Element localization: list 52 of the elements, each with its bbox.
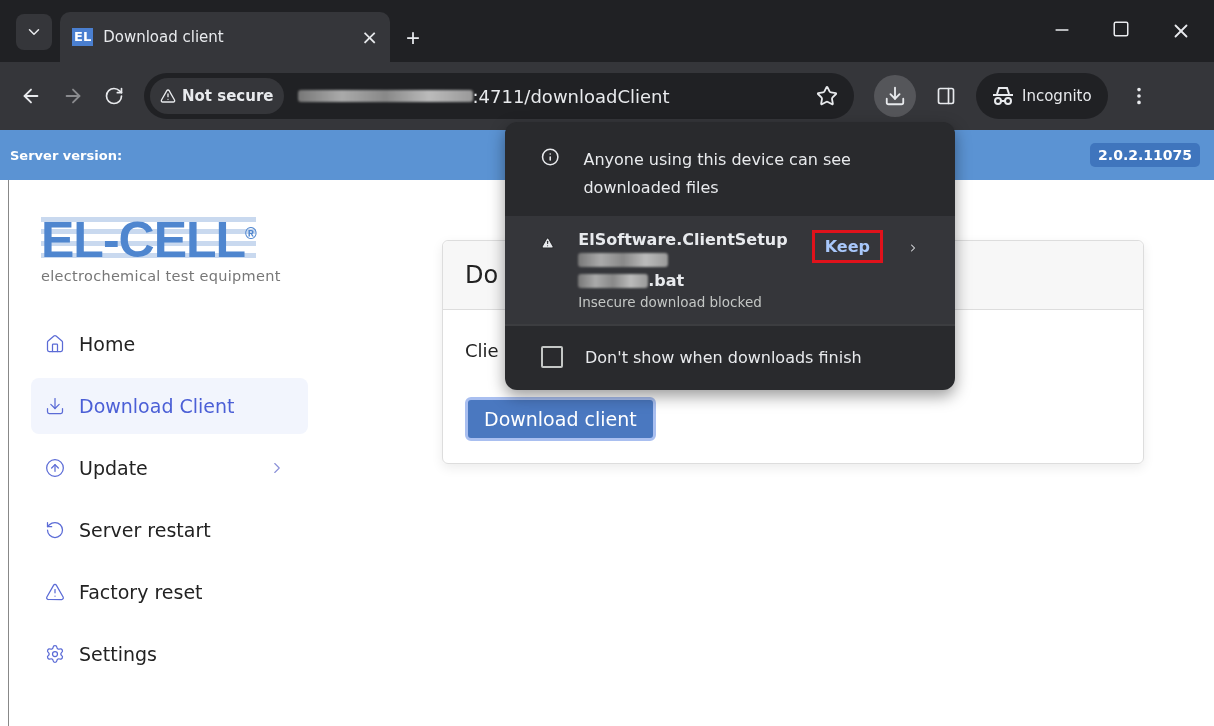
- incognito-icon: [992, 86, 1014, 106]
- reload-icon[interactable]: [104, 86, 124, 106]
- maximize-icon[interactable]: [1112, 20, 1130, 38]
- nav-item[interactable]: Download Client: [31, 377, 308, 434]
- keep-button[interactable]: Keep: [811, 230, 883, 263]
- info-icon: [541, 146, 560, 168]
- new-tab-button[interactable]: +: [398, 24, 428, 52]
- download-status: Insecure download blocked: [578, 294, 763, 310]
- server-version-label: Server version:: [10, 147, 123, 163]
- url-text: :4711/downloadClient: [472, 85, 671, 107]
- browser-tab[interactable]: EL Download client ×: [60, 12, 390, 62]
- security-chip[interactable]: Not secure: [150, 78, 284, 114]
- registered-mark: ®: [245, 225, 256, 242]
- download-client-button[interactable]: Download client: [465, 397, 656, 441]
- nav-item[interactable]: Home: [31, 315, 308, 372]
- nav-label: Settings: [79, 642, 158, 665]
- file-name: ElSoftware.ClientSetup: [578, 230, 788, 249]
- downloads-button[interactable]: [874, 75, 916, 117]
- nav-label: Update: [79, 456, 149, 479]
- warning-icon: [160, 88, 176, 104]
- nav-item[interactable]: Settings: [31, 625, 308, 682]
- tab-close-button[interactable]: ×: [361, 25, 378, 49]
- incognito-button[interactable]: Incognito: [976, 73, 1108, 119]
- card-title: Do: [465, 261, 499, 289]
- nav-item[interactable]: Update: [31, 439, 308, 496]
- tab-search-button[interactable]: [16, 14, 52, 50]
- nav-item[interactable]: Server restart: [31, 501, 308, 558]
- checkbox-label: Don't show when downloads finish: [585, 347, 862, 367]
- download-icon: [884, 85, 906, 107]
- version-badge: 2.0.2.11075: [1090, 143, 1200, 167]
- logo-tagline: electrochemical test equipment: [41, 267, 282, 284]
- download-icon: [45, 395, 65, 416]
- file-extension: .bat: [648, 271, 685, 290]
- home-icon: [45, 333, 65, 354]
- arrow-up-circle-icon: [45, 457, 65, 478]
- nav-label: Server restart: [79, 518, 212, 541]
- nav-item[interactable]: Factory reset: [31, 563, 308, 620]
- nav-label: Download Client: [79, 394, 236, 417]
- tab-title: Download client: [103, 28, 225, 46]
- nav-label: Factory reset: [79, 580, 204, 603]
- bookmark-star-icon[interactable]: [816, 85, 838, 107]
- address-bar[interactable]: Not secure :4711/downloadClient: [144, 73, 854, 119]
- notice-text: Anyone using this device can see downloaded files: [583, 149, 852, 199]
- card-text: Clie: [465, 340, 499, 361]
- settings-icon: [45, 643, 65, 664]
- nav-label: Home: [79, 332, 137, 355]
- blurred-file-name: [578, 273, 649, 288]
- favicon: EL: [72, 28, 94, 46]
- warning-icon: [45, 581, 65, 602]
- side-panel-icon[interactable]: [936, 86, 956, 106]
- checkbox[interactable]: [541, 346, 563, 368]
- restart-icon: [45, 519, 65, 540]
